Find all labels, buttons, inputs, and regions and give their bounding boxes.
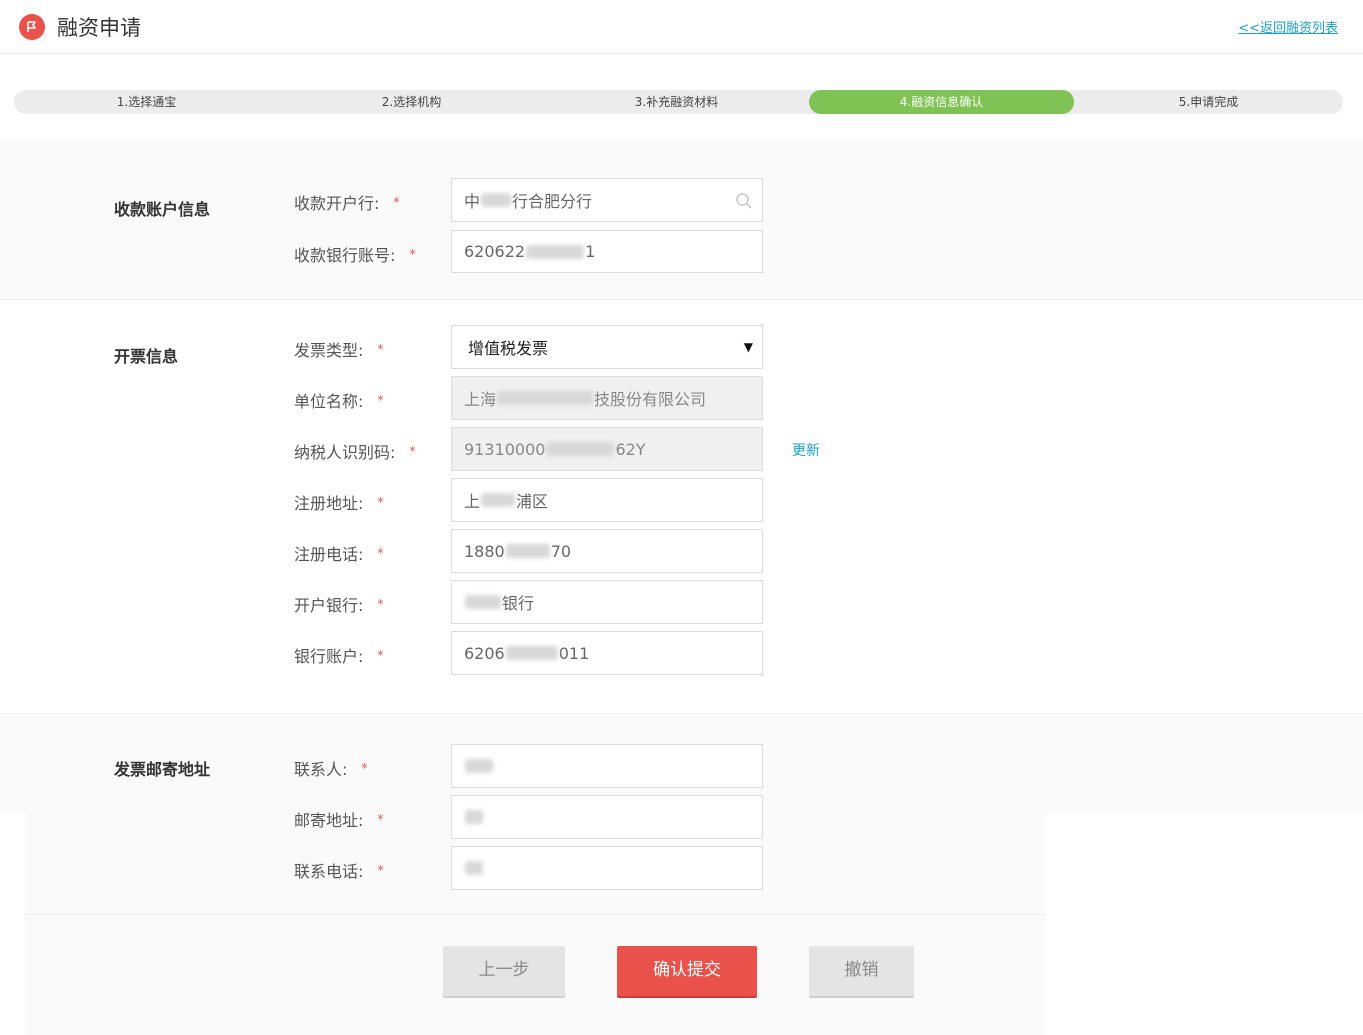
registered-phone-label: 注册电话: * <box>294 545 384 564</box>
receiving-bank-field[interactable]: 中行合肥分行 <box>451 178 763 222</box>
section-divider <box>25 914 1045 915</box>
invoice-account-label: 银行账户: * <box>294 647 384 666</box>
company-name-label: 单位名称: * <box>294 392 384 411</box>
step-2[interactable]: 2.选择机构 <box>279 90 544 114</box>
update-link[interactable]: 更新 <box>792 440 820 460</box>
caret-down-icon: ▼ <box>743 340 753 354</box>
invoice-account-field[interactable]: 6206 011 <box>451 631 763 675</box>
mailing-address-field[interactable] <box>451 795 763 839</box>
tax-id-label: 纳税人识别码: * <box>294 443 416 462</box>
company-name-field: 上海 技股份有限公司 <box>451 376 763 420</box>
step-4-active[interactable]: 4.融资信息确认 <box>809 90 1074 114</box>
step-5[interactable]: 5.申请完成 <box>1074 90 1343 114</box>
section-title-mailing-address: 发票邮寄地址 <box>114 760 211 779</box>
step-3[interactable]: 3.补充融资材料 <box>544 90 809 114</box>
flag-icon <box>19 14 45 40</box>
registered-address-label: 注册地址: * <box>294 494 384 513</box>
invoice-bank-field[interactable]: 银行 <box>451 580 763 624</box>
section-title-invoice-info: 开票信息 <box>114 347 179 366</box>
progress-steps: 1.选择通宝 2.选择机构 3.补充融资材料 4.融资信息确认 5.申请完成 <box>14 90 1343 114</box>
confirm-submit-button[interactable]: 确认提交 <box>617 946 757 996</box>
cancel-button[interactable]: 撤销 <box>809 946 914 996</box>
page-title: 融资申请 <box>57 16 141 40</box>
section-title-receiving-account: 收款账户信息 <box>114 200 211 219</box>
page-header: 融资申请 <<返回融资列表 <box>0 0 1363 54</box>
previous-step-button[interactable]: 上一步 <box>443 946 565 996</box>
mailing-address-label: 邮寄地址: * <box>294 811 384 830</box>
search-icon[interactable] <box>735 192 753 210</box>
receiving-account-field[interactable]: 620622 1 <box>451 230 763 273</box>
invoice-bank-label: 开户银行: * <box>294 596 384 615</box>
contact-label: 联系人: * <box>294 760 368 779</box>
registered-address-field[interactable]: 上浦区 <box>451 478 763 522</box>
invoice-type-label: 发票类型: * <box>294 341 384 360</box>
invoice-type-select[interactable]: 增值税发票 ▼ <box>451 325 763 369</box>
contact-phone-field[interactable] <box>451 846 763 890</box>
back-to-list-link[interactable]: <<返回融资列表 <box>1238 17 1338 36</box>
registered-phone-field[interactable]: 1880 70 <box>451 529 763 573</box>
step-1[interactable]: 1.选择通宝 <box>14 90 279 114</box>
receiving-bank-label: 收款开户行: * <box>294 194 400 213</box>
receiving-account-label: 收款银行账号: * <box>294 246 416 265</box>
contact-phone-label: 联系电话: * <box>294 862 384 881</box>
tax-id-field: 91310000 62Y <box>451 427 763 471</box>
contact-field[interactable] <box>451 744 763 788</box>
